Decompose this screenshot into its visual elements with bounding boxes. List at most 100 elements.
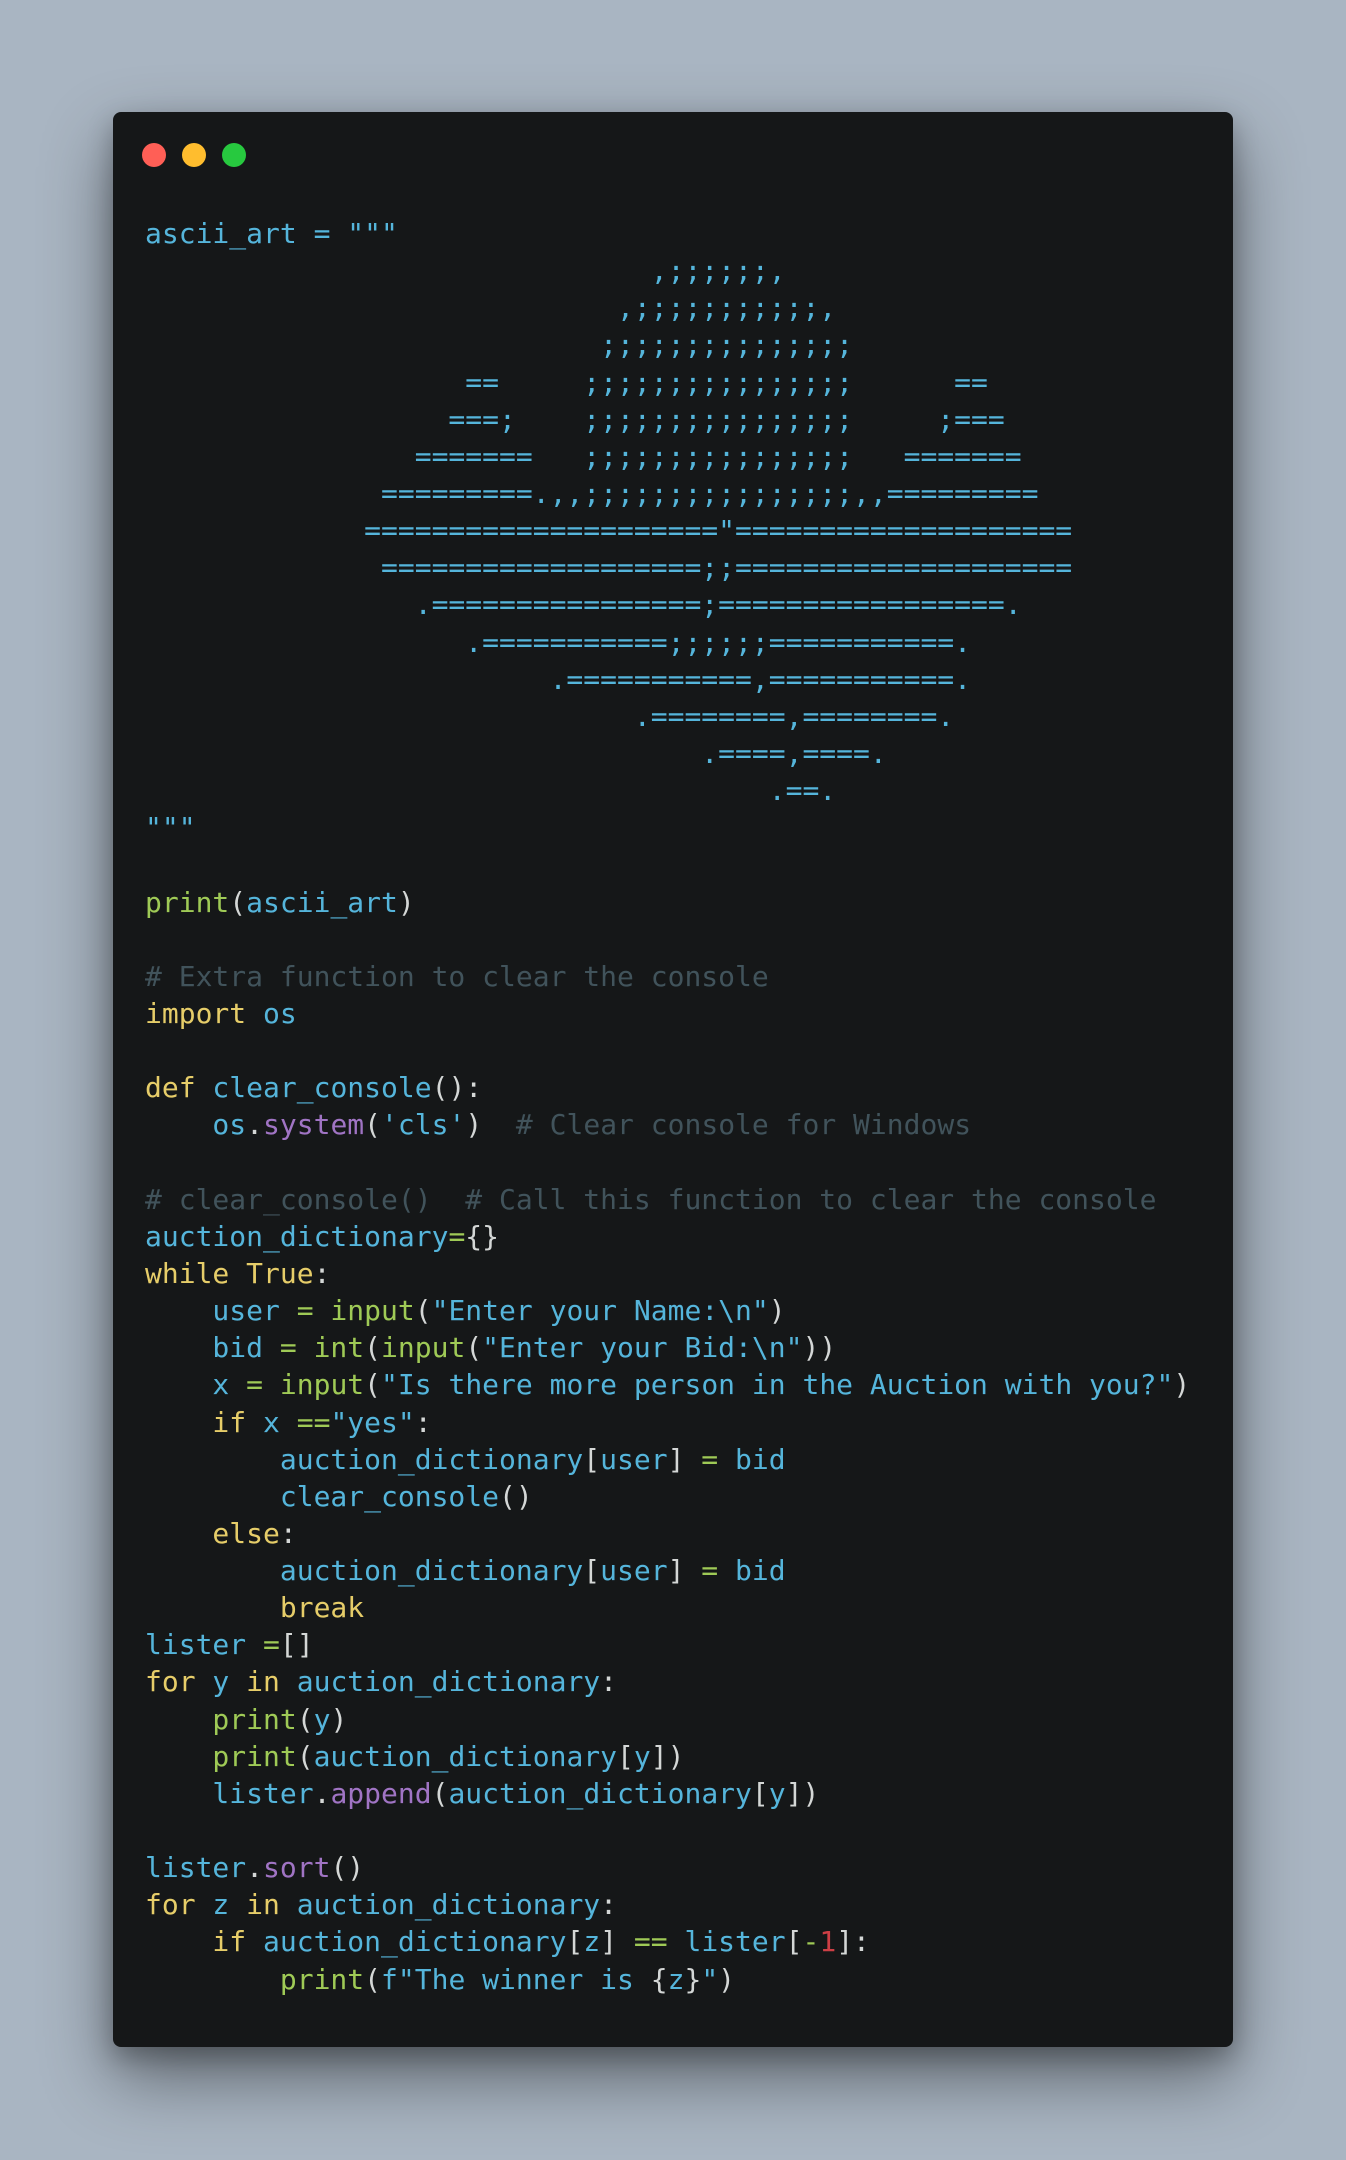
code-line: else:	[145, 1515, 1190, 1552]
code-token: auction_dictionary	[145, 1554, 584, 1588]
code-token: )	[465, 1108, 483, 1142]
code-token: # Clear console for Windows	[482, 1108, 972, 1142]
code-line: x = input("Is there more person in the A…	[145, 1366, 1190, 1403]
close-button[interactable]	[142, 143, 166, 167]
code-token: .================;=================.	[145, 588, 1022, 622]
code-token: ===================;;===================…	[145, 551, 1073, 585]
code-token: .===========,===========.	[145, 662, 972, 696]
code-token: import	[145, 996, 247, 1030]
code-token: z	[195, 1888, 247, 1922]
code-line: os.system('cls') # Clear console for Win…	[145, 1106, 1190, 1143]
code-token: == ;;;;;;;;;;;;;;;; ==	[145, 365, 988, 399]
code-line: .===========,===========.	[145, 661, 1190, 698]
code-token: z	[667, 1962, 685, 1996]
code-token: 1	[819, 1925, 837, 1959]
code-token: input	[263, 1368, 365, 1402]
code-line: # Extra function to clear the console	[145, 958, 1190, 995]
code-token: ascii_art	[246, 885, 398, 919]
code-token: clear_console	[195, 1071, 432, 1105]
code-token: ======= ;;;;;;;;;;;;;;;; =======	[145, 439, 1022, 473]
code-token: =	[684, 1554, 736, 1588]
code-token: print	[145, 1702, 297, 1736]
code-token: # Extra function to clear the console	[145, 959, 769, 993]
code-token: =	[684, 1442, 736, 1476]
code-token: """	[145, 811, 196, 845]
code-token: =	[246, 1368, 264, 1402]
code-line: lister =[]	[145, 1626, 1190, 1663]
code-line: clear_console()	[145, 1478, 1190, 1515]
code-token: True	[229, 1256, 314, 1290]
code-token: ==	[617, 1925, 685, 1959]
code-token: y	[195, 1665, 247, 1699]
code-token: bid	[145, 1331, 280, 1365]
code-token: append	[330, 1776, 432, 1810]
minimize-button[interactable]	[182, 143, 206, 167]
code-token: [	[617, 1739, 634, 1773]
code-token: clear_console	[145, 1479, 500, 1513]
code-token: user	[600, 1554, 668, 1588]
code-token: input	[381, 1331, 466, 1365]
code-line: .===========;;;;;;===========.	[145, 624, 1190, 661]
code-token: "yes"	[330, 1405, 415, 1439]
code-token: :	[414, 1405, 432, 1439]
code-token: ;;;;;;;;;;;;;;;	[145, 328, 854, 362]
code-token: y	[633, 1739, 651, 1773]
code-token: y	[768, 1776, 786, 1810]
code-token: ]	[600, 1925, 618, 1959]
code-line: bid = int(input("Enter your Bid:\n"))	[145, 1329, 1190, 1366]
code-token: :	[313, 1256, 331, 1290]
code-token: .========,========.	[145, 699, 955, 733]
code-line: ======= ;;;;;;;;;;;;;;;; =======	[145, 438, 1190, 475]
code-token: )	[768, 1294, 786, 1328]
code-token: auction_dictionary	[279, 1665, 601, 1699]
code-token: while	[145, 1256, 230, 1290]
code-token: # clear_console() # Call this function t…	[145, 1182, 1157, 1216]
code-token: for	[145, 1888, 196, 1922]
code-token: [	[751, 1776, 769, 1810]
code-token: ))	[802, 1331, 837, 1365]
code-token: ()	[499, 1479, 533, 1513]
code-token: =	[263, 1628, 280, 1662]
code-line: auction_dictionary[user] = bid	[145, 1552, 1190, 1589]
code-token: =	[279, 1331, 297, 1365]
code-token: ====================="==================…	[145, 514, 1073, 548]
code-line: ​	[145, 1032, 1190, 1069]
code-line: break	[145, 1589, 1190, 1626]
code-line: .====,====.	[145, 735, 1190, 772]
code-token: ])	[785, 1776, 820, 1810]
code-token: ==	[296, 1405, 331, 1439]
code-window: ascii_art = """ ,;;;;;;, ,;;;;;;;;;;;, ;…	[113, 112, 1233, 2047]
code-token: =========.,,;;;;;;;;;;;;;;;;,,=========	[145, 476, 1039, 510]
code-token: -	[802, 1925, 820, 1959]
code-token: "Is there more person in the Auction wit…	[381, 1368, 1174, 1402]
maximize-button[interactable]	[222, 143, 246, 167]
code-line: # clear_console() # Call this function t…	[145, 1181, 1190, 1218]
code-token: (	[364, 1962, 382, 1996]
code-token: x	[246, 1405, 297, 1439]
code-line: auction_dictionary[user] = bid	[145, 1441, 1190, 1478]
code-line: """	[145, 809, 1190, 846]
code-line: for y in auction_dictionary:	[145, 1663, 1190, 1700]
code-token: ]:	[836, 1925, 870, 1959]
code-token: print	[145, 1739, 297, 1773]
code-line: ​	[145, 1144, 1190, 1181]
code-token: "	[701, 1962, 719, 1996]
code-token: )	[718, 1962, 736, 1996]
code-token: (	[296, 1702, 314, 1736]
code-token: break	[145, 1591, 365, 1625]
code-token: ])	[650, 1739, 685, 1773]
code-token: system	[263, 1108, 365, 1142]
code-token: in	[246, 1665, 280, 1699]
code-line: ===================;;===================…	[145, 549, 1190, 586]
code-line: .========,========.	[145, 698, 1190, 735]
code-token: x	[145, 1368, 247, 1402]
code-token: [	[583, 1442, 601, 1476]
code-token: f"The winner is	[381, 1962, 651, 1996]
code-line: ,;;;;;;;;;;;,	[145, 289, 1190, 326]
code-token: .	[313, 1776, 331, 1810]
code-token: bid	[735, 1554, 786, 1588]
code-token: ,;;;;;;,	[145, 254, 786, 288]
code-token: def	[145, 1071, 196, 1105]
code-token: (	[364, 1108, 382, 1142]
code-token: os	[145, 1108, 247, 1142]
